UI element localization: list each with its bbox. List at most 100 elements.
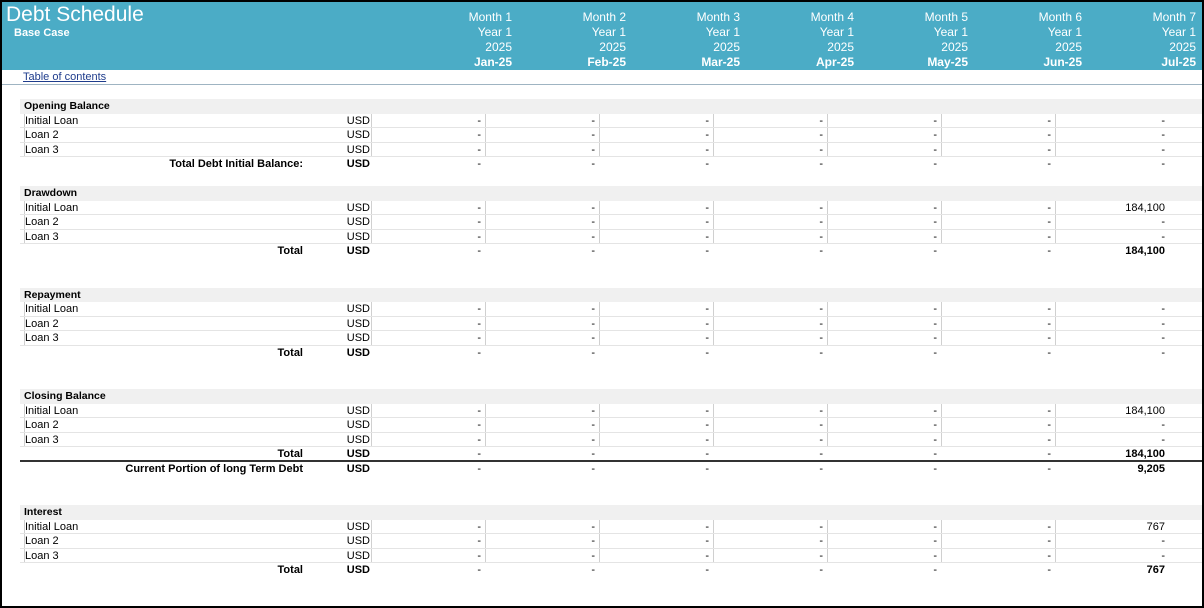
value-cell[interactable]: - [485, 302, 599, 316]
value-cell[interactable]: - [1055, 157, 1169, 172]
column-header-month-3[interactable]: Month 3 Year 1 2025 Mar-25 [631, 10, 745, 70]
row-label[interactable]: Total [20, 244, 303, 259]
value-cell[interactable]: - [713, 316, 827, 330]
value-cell[interactable]: - [1055, 548, 1169, 562]
value-cell[interactable]: - [941, 113, 1055, 127]
value-cell[interactable]: - [941, 534, 1055, 548]
value-cell[interactable]: - [941, 418, 1055, 432]
value-cell[interactable]: - [941, 563, 1055, 578]
value-cell[interactable]: - [713, 128, 827, 142]
value-cell[interactable]: - [599, 519, 713, 533]
value-cell[interactable]: - [827, 418, 941, 432]
value-cell[interactable]: - [941, 142, 1055, 156]
column-header-month-4[interactable]: Month 4 Year 1 2025 Apr-25 [745, 10, 859, 70]
unit-cell[interactable]: USD [340, 201, 370, 215]
value-cell[interactable]: - [485, 403, 599, 417]
value-cell[interactable]: - [371, 403, 485, 417]
value-cell[interactable]: - [1055, 316, 1169, 330]
value-cell[interactable]: - [1055, 113, 1169, 127]
value-cell[interactable]: - [713, 215, 827, 229]
value-cell[interactable]: - [485, 534, 599, 548]
row-label[interactable]: Loan 2 [24, 418, 304, 432]
row-label[interactable]: Total [20, 447, 303, 460]
value-cell[interactable]: - [599, 113, 713, 127]
value-cell[interactable]: - [599, 128, 713, 142]
value-cell[interactable]: - [827, 157, 941, 172]
value-cell[interactable]: - [1055, 229, 1169, 243]
value-cell[interactable]: - [599, 244, 713, 259]
unit-cell[interactable]: USD [340, 462, 370, 477]
value-cell[interactable]: - [713, 244, 827, 259]
row-label[interactable]: Initial Loan [24, 200, 304, 214]
row-label[interactable]: Loan 3 [24, 229, 304, 243]
value-cell[interactable]: - [827, 215, 941, 229]
value-cell[interactable]: - [371, 462, 485, 477]
value-cell[interactable]: - [371, 563, 485, 578]
unit-cell[interactable]: USD [340, 520, 370, 534]
value-cell[interactable]: - [713, 462, 827, 477]
unit-cell[interactable]: USD [340, 418, 370, 432]
value-cell[interactable]: - [941, 302, 1055, 316]
row-label[interactable]: Loan 3 [24, 142, 304, 156]
row-label[interactable]: Total Debt Initial Balance: [20, 157, 303, 172]
unit-cell[interactable]: USD [340, 331, 370, 345]
value-cell[interactable]: - [941, 128, 1055, 142]
value-cell[interactable]: - [485, 331, 599, 345]
value-cell[interactable]: - [941, 244, 1055, 259]
value-cell[interactable]: - [599, 200, 713, 214]
value-cell[interactable]: - [371, 215, 485, 229]
value-cell[interactable]: - [827, 346, 941, 361]
value-cell[interactable]: - [485, 432, 599, 446]
value-cell[interactable]: - [941, 548, 1055, 562]
unit-cell[interactable]: USD [340, 302, 370, 316]
value-cell[interactable]: - [599, 447, 713, 460]
value-cell[interactable]: - [1055, 302, 1169, 316]
value-cell[interactable]: - [713, 157, 827, 172]
column-header-month-7[interactable]: Month 7 Year 1 2025 Jul-25 [1087, 10, 1201, 70]
value-cell[interactable]: - [1055, 418, 1169, 432]
value-cell[interactable]: - [827, 200, 941, 214]
value-cell[interactable]: - [941, 157, 1055, 172]
value-cell[interactable]: - [599, 534, 713, 548]
value-cell[interactable]: - [371, 113, 485, 127]
value-cell[interactable]: - [941, 331, 1055, 345]
value-cell[interactable]: - [371, 432, 485, 446]
value-cell[interactable]: - [941, 346, 1055, 361]
value-cell[interactable]: - [485, 200, 599, 214]
value-cell[interactable]: - [599, 331, 713, 345]
value-cell[interactable]: - [599, 229, 713, 243]
value-cell[interactable]: - [941, 432, 1055, 446]
value-cell[interactable]: - [371, 157, 485, 172]
unit-cell[interactable]: USD [340, 157, 370, 172]
value-cell[interactable]: - [713, 447, 827, 460]
value-cell[interactable]: - [827, 447, 941, 460]
value-cell[interactable]: - [599, 403, 713, 417]
value-cell[interactable]: - [371, 346, 485, 361]
value-cell[interactable]: 767 [1055, 519, 1169, 533]
value-cell[interactable]: - [371, 142, 485, 156]
column-header-month-1[interactable]: Month 1 Year 1 2025 Jan-25 [403, 10, 517, 70]
value-cell[interactable]: - [485, 229, 599, 243]
value-cell[interactable]: - [827, 302, 941, 316]
value-cell[interactable]: - [371, 200, 485, 214]
value-cell[interactable]: 184,100 [1055, 403, 1169, 417]
unit-cell[interactable]: USD [340, 534, 370, 548]
column-header-month-5[interactable]: Month 5 Year 1 2025 May-25 [859, 10, 973, 70]
value-cell[interactable]: - [827, 331, 941, 345]
value-cell[interactable]: - [371, 418, 485, 432]
unit-cell[interactable]: USD [340, 128, 370, 142]
value-cell[interactable]: - [371, 244, 485, 259]
value-cell[interactable]: - [941, 462, 1055, 477]
value-cell[interactable]: - [1055, 215, 1169, 229]
value-cell[interactable]: - [485, 548, 599, 562]
value-cell[interactable]: - [371, 548, 485, 562]
value-cell[interactable]: - [485, 142, 599, 156]
value-cell[interactable]: - [713, 331, 827, 345]
value-cell[interactable]: - [827, 142, 941, 156]
value-cell[interactable]: - [599, 563, 713, 578]
value-cell[interactable]: - [485, 418, 599, 432]
value-cell[interactable]: 9,205 [1055, 462, 1169, 477]
value-cell[interactable]: - [1055, 534, 1169, 548]
value-cell[interactable]: - [599, 418, 713, 432]
value-cell[interactable]: - [371, 128, 485, 142]
